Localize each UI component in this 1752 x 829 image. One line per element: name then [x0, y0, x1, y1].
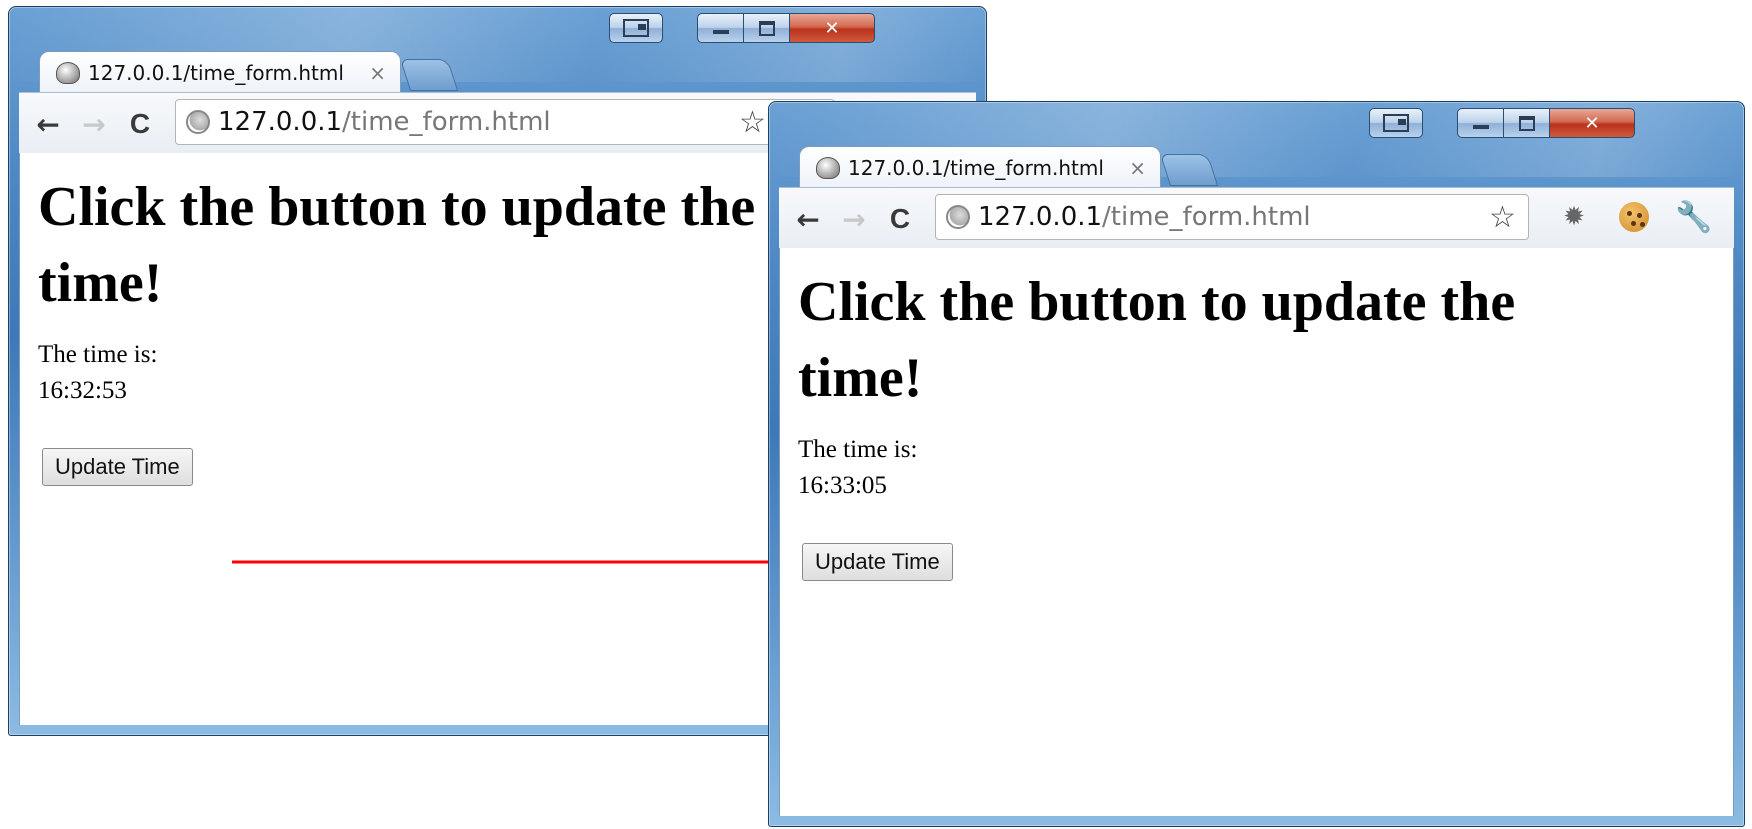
wrench-icon[interactable]: 🔧	[1675, 200, 1712, 235]
gear-icon[interactable]: ✹	[1557, 200, 1591, 234]
url-host: 127.0.0.1	[978, 202, 1103, 232]
cookie-icon[interactable]	[1617, 200, 1651, 234]
back-button[interactable]: ←	[791, 202, 825, 236]
minimize-button[interactable]	[1457, 108, 1503, 138]
browser-window-after: ✕ 127.0.0.1/time_form.html × ← → C 127.0…	[768, 101, 1745, 827]
globe-icon	[946, 205, 970, 229]
minimize-icon	[1472, 125, 1489, 129]
browser-tab[interactable]: 127.0.0.1/time_form.html ×	[799, 146, 1161, 188]
close-button[interactable]: ✕	[1549, 108, 1635, 138]
update-time-button[interactable]: Update Time	[802, 543, 953, 581]
time-value: 16:33:05	[798, 472, 887, 499]
window-dock-icon[interactable]	[1369, 108, 1423, 138]
browser-toolbar: ← → C 127.0.0.1/time_form.html ☆ ✹ 🔧	[779, 187, 1734, 249]
new-tab-button[interactable]	[1159, 154, 1219, 186]
maximize-button[interactable]	[1503, 108, 1549, 138]
tab-close-icon[interactable]: ×	[1129, 156, 1146, 180]
close-icon: ✕	[1584, 112, 1600, 134]
page-favicon	[816, 156, 840, 179]
address-bar[interactable]: 127.0.0.1/time_form.html	[935, 194, 1529, 240]
time-label: The time is:	[798, 436, 918, 463]
forward-button[interactable]: →	[837, 202, 871, 236]
tab-title: 127.0.0.1/time_form.html	[848, 155, 1104, 180]
maximize-icon	[1518, 115, 1535, 131]
page-content: Click the button to update the time! The…	[779, 248, 1734, 816]
reload-button[interactable]: C	[883, 202, 917, 236]
window-controls: ✕	[1369, 108, 1635, 138]
url-path: /time_form.html	[1102, 202, 1311, 232]
page-heading: Click the button to update the time!	[798, 271, 1516, 409]
star-icon[interactable]: ☆	[1489, 200, 1516, 235]
